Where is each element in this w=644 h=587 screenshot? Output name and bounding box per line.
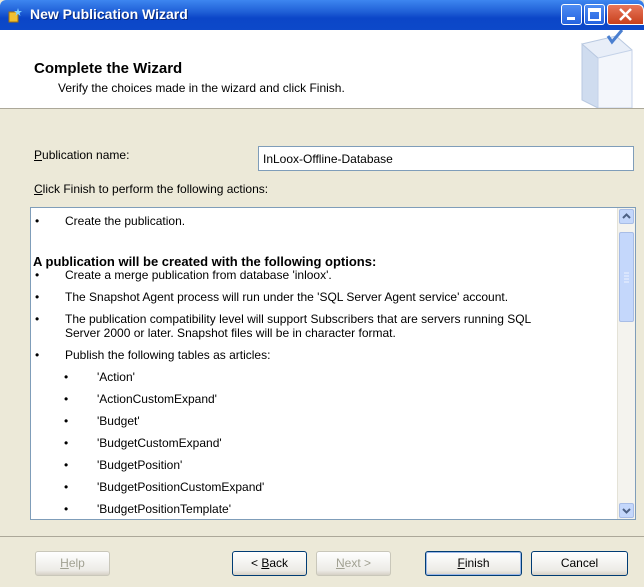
actions-list: • Create the publication. A publication w…: [33, 214, 532, 516]
page-title: Complete the Wizard: [34, 60, 183, 77]
close-icon: [619, 8, 632, 21]
wizard-book-icon: [581, 30, 633, 108]
chevron-down-icon: [622, 508, 631, 514]
actions-label: Click Finish to perform the following ac…: [34, 182, 269, 196]
scroll-thumb[interactable]: [619, 232, 634, 322]
grip-icon: [624, 272, 629, 283]
wizard-icon: [8, 8, 22, 23]
cancel-button[interactable]: Cancel: [531, 551, 628, 576]
publication-name-label: Publication name:: [34, 148, 130, 162]
back-button[interactable]: < Back: [232, 551, 307, 576]
next-button[interactable]: Next >: [316, 551, 391, 576]
maximize-button[interactable]: [584, 4, 605, 25]
wizard-header: Complete the Wizard Verify the choices m…: [0, 30, 644, 109]
window-title: New Publication Wizard: [30, 6, 188, 22]
actions-listbox[interactable]: • Create the publication. A publication w…: [30, 207, 636, 520]
publication-name-input[interactable]: [258, 146, 634, 171]
chevron-up-icon: [622, 213, 631, 219]
title-bar[interactable]: New Publication Wizard: [0, 0, 644, 30]
minimize-button[interactable]: [561, 4, 582, 25]
divider: [0, 536, 644, 537]
close-button[interactable]: [607, 4, 644, 25]
scroll-up-button[interactable]: [619, 209, 634, 224]
vertical-scrollbar[interactable]: [617, 208, 635, 519]
page-subtitle: Verify the choices made in the wizard an…: [58, 81, 345, 95]
minimize-icon: [567, 17, 575, 20]
scroll-down-button[interactable]: [619, 503, 634, 518]
finish-button[interactable]: Finish: [425, 551, 522, 576]
maximize-icon: [588, 8, 601, 21]
help-button[interactable]: Help: [35, 551, 110, 576]
